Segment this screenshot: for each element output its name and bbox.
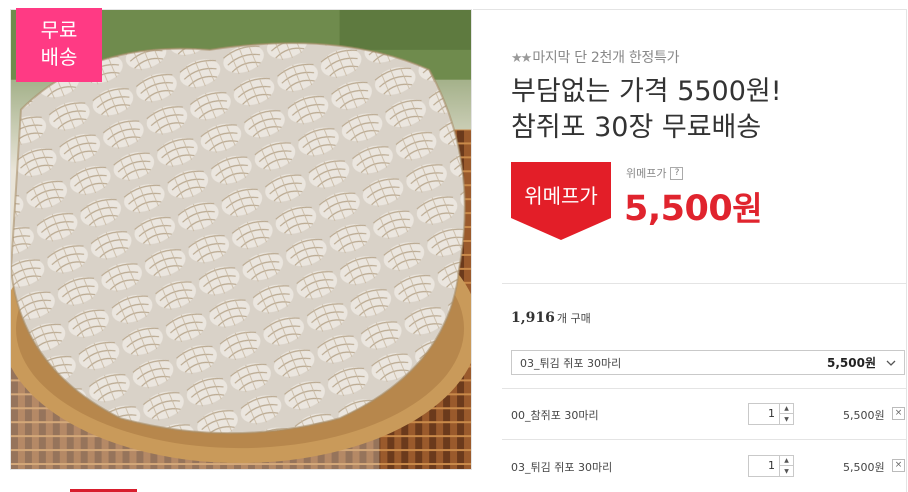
quantity-spinner[interactable]: ▲ ▼ bbox=[779, 456, 793, 476]
price-tag-text: 위메프가 bbox=[524, 184, 598, 208]
quantity-stepper[interactable]: 1 ▲ ▼ bbox=[748, 455, 794, 477]
quantity-input[interactable]: 1 bbox=[768, 407, 775, 420]
quantity-input[interactable]: 1 bbox=[768, 459, 775, 472]
selected-option-row: 03_튀김 쥐포 30마리 1 ▲ ▼ 5,500원 × bbox=[511, 455, 905, 477]
badge-line-1: 무료 bbox=[40, 18, 78, 42]
price-label: 위메프가 bbox=[626, 167, 667, 180]
option-price: 5,500원 bbox=[843, 461, 885, 474]
product-title: 부담없는 가격 5500원! 참쥐포 30장 무료배송 bbox=[511, 74, 782, 146]
purchase-count-number: 1,916 bbox=[511, 310, 555, 326]
remove-option-button[interactable]: × bbox=[892, 459, 905, 472]
divider bbox=[502, 439, 907, 440]
help-icon[interactable]: ? bbox=[670, 166, 684, 180]
option-name: 00_참쥐포 30마리 bbox=[511, 409, 599, 422]
promo-subtitle: ★★ 마지막 단 2천개 한정특가 bbox=[511, 47, 679, 67]
option-name: 03_튀김 쥐포 30마리 bbox=[511, 461, 613, 474]
purchase-count: 1,916 개 구매 bbox=[511, 310, 591, 326]
free-shipping-badge: 무료 배송 bbox=[16, 8, 102, 82]
increment-arrow-icon[interactable]: ▲ bbox=[780, 456, 793, 466]
option-dropdown-price: 5,500원 bbox=[827, 356, 876, 370]
product-title-line-1: 부담없는 가격 5500원! bbox=[511, 76, 782, 107]
sale-price: 5,500원 bbox=[624, 182, 763, 230]
divider bbox=[502, 388, 907, 389]
sale-price-unit: 원 bbox=[732, 189, 763, 228]
star-icons: ★★ bbox=[511, 51, 532, 66]
decrement-arrow-icon[interactable]: ▼ bbox=[780, 414, 793, 424]
product-info-panel: ★★ 마지막 단 2천개 한정특가 부담없는 가격 5500원! 참쥐포 30장 … bbox=[473, 9, 907, 492]
divider bbox=[502, 283, 907, 284]
purchase-count-suffix: 개 구매 bbox=[556, 312, 591, 325]
quantity-stepper[interactable]: 1 ▲ ▼ bbox=[748, 403, 794, 425]
sale-price-value: 5,500 bbox=[624, 189, 733, 229]
increment-arrow-icon[interactable]: ▲ bbox=[780, 404, 793, 414]
remove-option-button[interactable]: × bbox=[892, 407, 905, 420]
badge-line-2: 배송 bbox=[40, 45, 78, 69]
price-label-row: 위메프가 ? bbox=[626, 165, 684, 181]
option-dropdown[interactable]: 03_튀김 쥐포 30마리 5,500원 bbox=[511, 350, 905, 375]
option-dropdown-selected: 03_튀김 쥐포 30마리 bbox=[520, 356, 622, 370]
option-price: 5,500원 bbox=[843, 409, 885, 422]
decrement-arrow-icon[interactable]: ▼ bbox=[780, 466, 793, 476]
selected-option-row: 00_참쥐포 30마리 1 ▲ ▼ 5,500원 × bbox=[511, 403, 905, 425]
product-title-line-2: 참쥐포 30장 무료배송 bbox=[511, 112, 762, 143]
promo-subtitle-text: 마지막 단 2천개 한정특가 bbox=[532, 50, 680, 66]
chevron-down-icon bbox=[886, 360, 896, 366]
quantity-spinner[interactable]: ▲ ▼ bbox=[779, 404, 793, 424]
price-tag-label: 위메프가 bbox=[511, 162, 611, 242]
